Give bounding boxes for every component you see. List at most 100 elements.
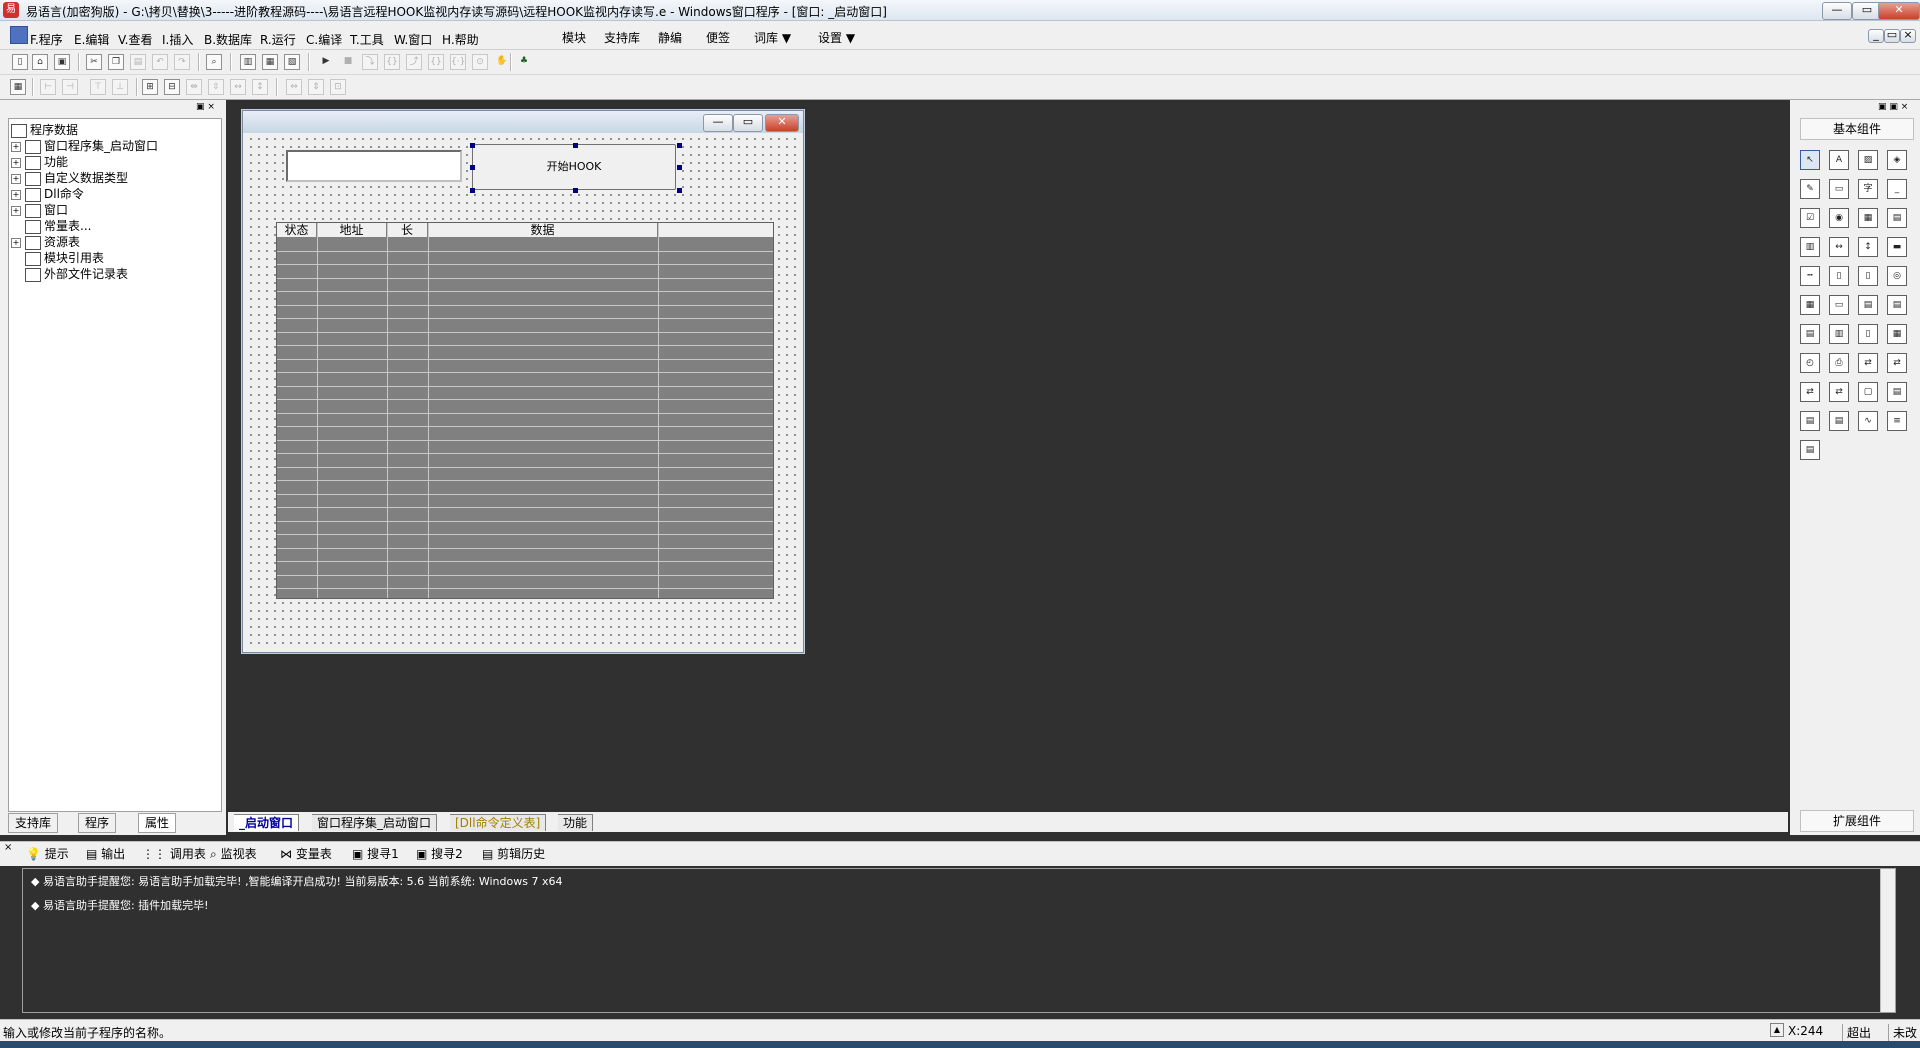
tree-item[interactable]: + 资源表	[11, 234, 80, 250]
component-icon[interactable]: ◎	[1887, 266, 1907, 286]
component-icon[interactable]: ┅	[1800, 266, 1820, 286]
redo-icon[interactable]: ↷	[174, 54, 190, 70]
space-v-icon[interactable]: ⇳	[208, 79, 224, 95]
start-hook-button[interactable]: 开始HOOK	[472, 144, 676, 190]
tab-function[interactable]: 功能	[558, 814, 594, 831]
height-icon[interactable]: ⇕	[308, 79, 324, 95]
resize-handle[interactable]	[573, 143, 578, 148]
component-icon[interactable]: ▤	[1887, 208, 1907, 228]
component-icon[interactable]: _	[1887, 179, 1907, 199]
tab-hint[interactable]: 💡 提示	[26, 846, 69, 862]
toolbox-pin-icon[interactable]: ▣ ▣ ×	[1878, 102, 1908, 112]
output-scrollbar[interactable]	[1880, 869, 1895, 1012]
panel-close-icon[interactable]: ×	[4, 842, 12, 853]
cut-icon[interactable]: ✂	[86, 54, 102, 70]
center-v-icon[interactable]: ⊟	[164, 79, 180, 95]
size-icon[interactable]: ⊡	[330, 79, 346, 95]
component-icon[interactable]: ▤	[1800, 440, 1820, 460]
hand-icon[interactable]: ✋	[494, 54, 510, 70]
tab-output[interactable]: ▤ 输出	[86, 846, 125, 862]
column-header[interactable]: 状态	[277, 223, 317, 238]
tab-properties[interactable]: 属性	[138, 813, 177, 833]
component-icon[interactable]: ⇄	[1800, 382, 1820, 402]
form-maximize-button[interactable]: ▭	[733, 114, 763, 132]
resize-handle[interactable]	[573, 188, 578, 193]
component-icon[interactable]: ⎙	[1829, 353, 1849, 373]
mdi-close-button[interactable]: ×	[1900, 29, 1916, 43]
column-header[interactable]	[658, 223, 773, 238]
tab-variables[interactable]: ⋈ 变量表	[280, 846, 332, 862]
component-icon[interactable]: ▦	[1858, 208, 1878, 228]
tab-call-stack[interactable]: ⋮⋮ 调用表	[142, 846, 206, 862]
form-close-button[interactable]: ✕	[765, 114, 799, 132]
resize-handle[interactable]	[677, 188, 682, 193]
tree-item[interactable]: + 窗口程序集_启动窗口	[11, 138, 158, 154]
center-h-icon[interactable]: ⊞	[142, 79, 158, 95]
resize-handle[interactable]	[677, 165, 682, 170]
paste-icon[interactable]: ▤	[130, 54, 146, 70]
component-icon[interactable]: ▥	[1800, 237, 1820, 257]
panel-pin-icon[interactable]: ▣ ×	[196, 102, 215, 112]
run-icon[interactable]: ▶	[318, 54, 334, 70]
step-out-icon[interactable]: ⤴	[406, 54, 422, 70]
layout-2-icon[interactable]: ▦	[262, 54, 278, 70]
menu-static-compile[interactable]: 静编	[658, 29, 682, 46]
tree-root[interactable]: 程序数据	[11, 122, 78, 138]
column-header[interactable]: 地址	[317, 223, 387, 238]
component-icon[interactable]: ∿	[1858, 411, 1878, 431]
component-icon[interactable]: ▤	[1829, 411, 1849, 431]
menu-notes[interactable]: 便签	[706, 29, 730, 46]
width-icon[interactable]: ⇔	[286, 79, 302, 95]
project-tree[interactable]: 程序数据 + 窗口程序集_启动窗口 + 功能 + 自定义数据类型 + Dll命令 + 窗口…	[8, 118, 222, 812]
extended-components-header[interactable]: 扩展组件	[1800, 810, 1914, 832]
component-icon[interactable]: ▦	[1887, 324, 1907, 344]
menu-module[interactable]: 模块	[562, 29, 586, 46]
component-icon[interactable]: ⇄	[1829, 382, 1849, 402]
menu-thesaurus[interactable]: 词库 ▼	[754, 29, 791, 46]
column-header[interactable]: 长	[387, 223, 428, 238]
tree-item[interactable]: + 功能	[11, 154, 68, 170]
component-icon[interactable]: ▢	[1858, 382, 1878, 402]
menu-settings[interactable]: 设置 ▼	[818, 29, 855, 46]
tab-support-lib[interactable]: 支持库	[8, 813, 59, 833]
align-left-icon[interactable]: ⊢	[40, 79, 56, 95]
component-icon[interactable]: ▤	[1800, 411, 1820, 431]
tab-dll-table[interactable]: [Dll命令定义表]	[450, 814, 547, 831]
grid-toggle-icon[interactable]: ▦	[10, 79, 26, 95]
tab-clip-history[interactable]: ▤ 剪辑历史	[482, 846, 545, 862]
tree-item[interactable]: + 窗口	[11, 202, 68, 218]
space-h-icon[interactable]: ⇹	[186, 79, 202, 95]
tab-program[interactable]: 程序	[78, 813, 117, 833]
component-icon[interactable]: ▤	[1887, 295, 1907, 315]
component-icon[interactable]: ◴	[1800, 353, 1820, 373]
open-file-icon[interactable]: ⌂	[32, 54, 48, 70]
component-icon[interactable]: ⇄	[1887, 353, 1907, 373]
close-button[interactable]: ✕	[1878, 2, 1920, 20]
component-icon[interactable]: ≡	[1887, 411, 1907, 431]
mdi-minimize-button[interactable]: _	[1868, 29, 1884, 43]
tree-item[interactable]: + Dll命令	[11, 186, 84, 202]
component-icon[interactable]: ▬	[1887, 237, 1907, 257]
list-view-control[interactable]: 状态 地址 长 数据	[276, 222, 774, 599]
breakpoint-icon[interactable]: {·}	[450, 54, 466, 70]
component-icon[interactable]: ▯	[1858, 266, 1878, 286]
align-top-icon[interactable]: ⊤	[90, 79, 106, 95]
menu-help[interactable]: H.帮助	[442, 31, 479, 48]
watch-icon[interactable]: ⊙	[472, 54, 488, 70]
step-into-icon[interactable]: ⤵	[362, 54, 378, 70]
column-header[interactable]: 数据	[428, 223, 658, 238]
component-icon[interactable]: ▯	[1829, 266, 1849, 286]
component-icon[interactable]: ▤	[1858, 295, 1878, 315]
tab-startup-window[interactable]: _启动窗口	[234, 814, 300, 831]
tree-item[interactable]: 模块引用表	[25, 250, 104, 266]
component-icon[interactable]: ▭	[1829, 295, 1849, 315]
menu-database[interactable]: B.数据库	[204, 31, 252, 48]
helper-icon[interactable]: ♣	[516, 54, 532, 70]
stop-icon[interactable]: ■	[340, 54, 356, 70]
component-icon[interactable]: 字	[1858, 179, 1878, 199]
component-icon[interactable]: ☑	[1800, 208, 1820, 228]
layout-1-icon[interactable]: ▥	[240, 54, 256, 70]
tree-item[interactable]: 外部文件记录表	[25, 266, 128, 282]
component-icon[interactable]: A	[1829, 150, 1849, 170]
resize-handle[interactable]	[470, 143, 475, 148]
